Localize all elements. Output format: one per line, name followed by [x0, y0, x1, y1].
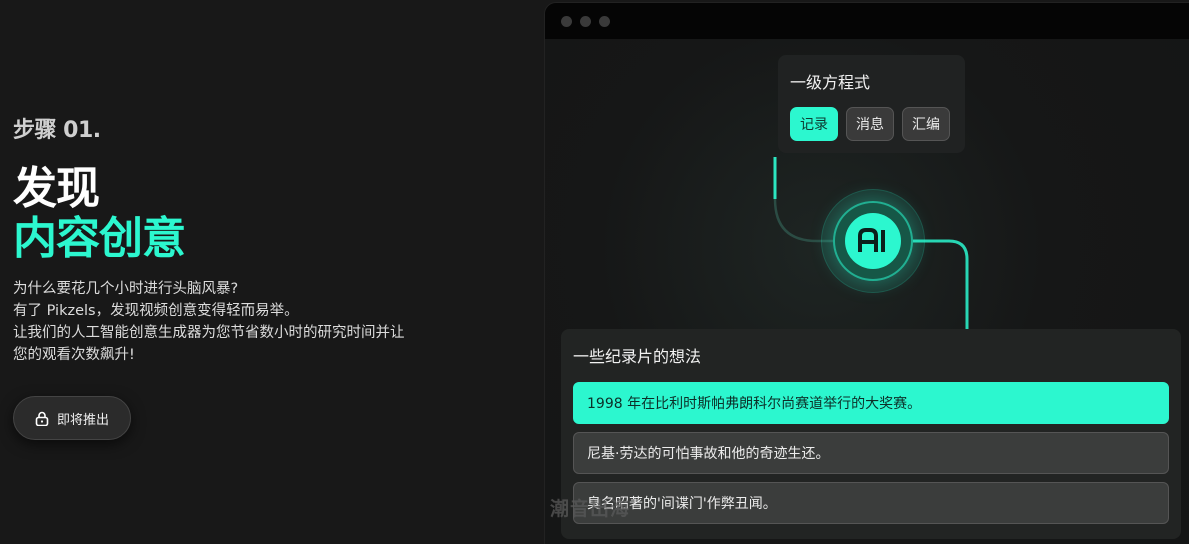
hero-title-line1: 发现	[13, 163, 100, 214]
page: 步骤 01. 发现 内容创意 为什么要花几个小时进行头脑风暴? 有了 Pikze…	[0, 0, 1189, 544]
window-dot-icon	[580, 15, 591, 27]
desc-line: 有了 Pikzels，发现视频创意变得轻而易举。	[13, 303, 299, 319]
hero-description: 为什么要花几个小时进行头脑风暴? 有了 Pikzels，发现视频创意变得轻而易举…	[13, 278, 453, 366]
window-dot-icon	[599, 15, 610, 27]
watermark: 潮音出海	[550, 498, 631, 520]
coming-soon-label: 即将推出	[56, 412, 109, 428]
idea-item[interactable]: 尼基·劳达的可怕事故和他的奇迹生还。	[573, 432, 1169, 474]
idea-item[interactable]: 臭名昭著的'间谍门'作弊丑闻。	[573, 482, 1169, 524]
desc-line: 让我们的人工智能创意生成器为您节省数小时的研究时间并让	[13, 325, 405, 341]
chip-compilation[interactable]: 汇编	[902, 107, 950, 141]
equation-card-title: 一级方程式	[790, 73, 871, 92]
ideas-card: 一些纪录片的想法 1998 年在比利时斯帕弗朗科尔尚赛道举行的大奖赛。 尼基·劳…	[561, 329, 1181, 539]
hero-title-line2: 内容创意	[13, 213, 186, 264]
coming-soon-button[interactable]: 即将推出	[13, 396, 131, 440]
chip-news[interactable]: 消息	[846, 107, 894, 141]
equation-card: 一级方程式 记录 消息 汇编	[778, 55, 965, 153]
idea-item[interactable]: 1998 年在比利时斯帕弗朗科尔尚赛道举行的大奖赛。	[573, 382, 1169, 424]
step-label: 步骤 01.	[13, 118, 101, 143]
chip-record[interactable]: 记录	[790, 107, 838, 141]
ideas-list: 1998 年在比利时斯帕弗朗科尔尚赛道举行的大奖赛。 尼基·劳达的可怕事故和他的…	[573, 382, 1169, 524]
desc-line: 为什么要花几个小时进行头脑风暴?	[13, 281, 239, 297]
lock-icon	[35, 411, 49, 426]
window-body: 一级方程式 记录 消息 汇编 一些纪录片的想法 1998 年在比利时斯帕弗朗科尔…	[545, 39, 1189, 544]
ai-logo-icon	[845, 213, 901, 269]
equation-chips: 记录 消息 汇编	[790, 107, 953, 141]
window-titlebar	[545, 3, 1189, 39]
desc-line: 您的观看次数飙升!	[13, 347, 135, 363]
hero-title: 发现 内容创意	[13, 164, 483, 264]
hero-section: 步骤 01. 发现 内容创意 为什么要花几个小时进行头脑风暴? 有了 Pikze…	[13, 112, 483, 440]
app-window-mockup: 一级方程式 记录 消息 汇编 一些纪录片的想法 1998 年在比利时斯帕弗朗科尔…	[544, 2, 1189, 544]
window-dot-icon	[561, 15, 572, 27]
ideas-card-title: 一些纪录片的想法	[573, 347, 702, 366]
